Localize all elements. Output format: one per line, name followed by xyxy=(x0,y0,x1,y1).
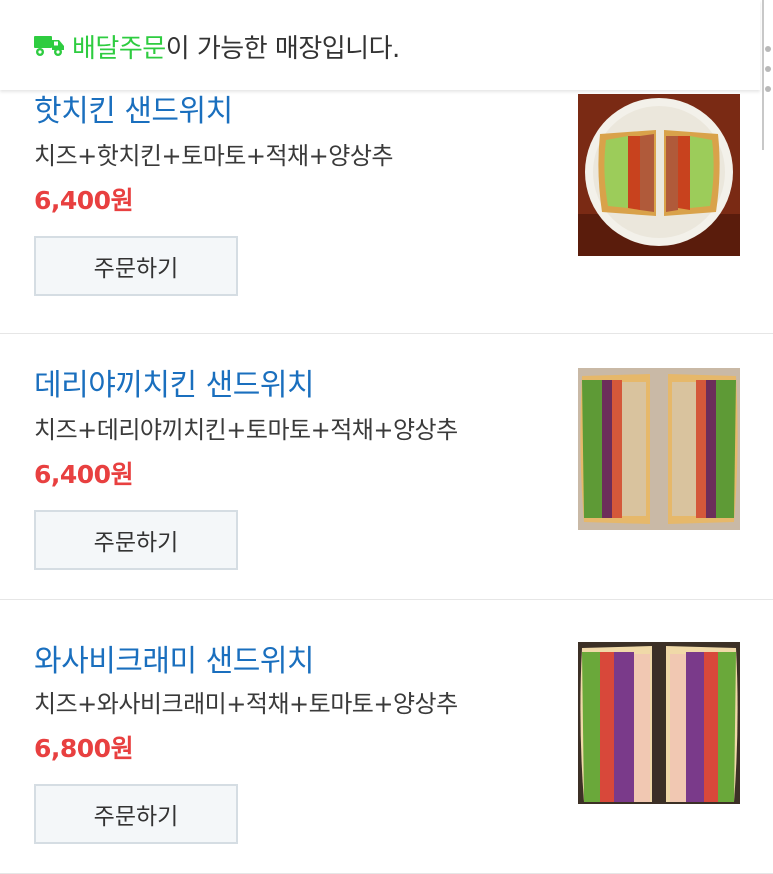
sandwich-image xyxy=(578,368,740,530)
item-description: 치즈+와사비크래미+적채+토마토+양상추 xyxy=(34,690,458,718)
delivery-banner: 배달주문이 가능한 매장입니다. xyxy=(0,0,760,90)
banner-text: 이 가능한 매장입니다. xyxy=(165,34,401,64)
delivery-truck-icon xyxy=(34,36,64,56)
menu-item[interactable]: 와사비크래미 샌드위치 치즈+와사비크래미+적채+토마토+양상추 6,800원 … xyxy=(0,608,773,874)
item-price: 6,400원 xyxy=(34,186,134,215)
menu-item[interactable]: 데리야끼치킨 샌드위치 치즈+데리야끼치킨+토마토+적채+양상추 6,400원 … xyxy=(0,334,773,600)
scrollbar[interactable] xyxy=(760,0,773,160)
order-button[interactable]: 주문하기 xyxy=(34,784,238,844)
item-price: 6,800원 xyxy=(34,734,134,763)
scroll-track xyxy=(762,0,764,150)
scroll-dot xyxy=(765,66,771,72)
item-name: 데리야끼치킨 샌드위치 xyxy=(34,368,315,403)
order-button[interactable]: 주문하기 xyxy=(34,510,238,570)
item-price: 6,400원 xyxy=(34,460,134,489)
sandwich-image xyxy=(578,642,740,804)
item-description: 치즈+핫치킨+토마토+적채+양상추 xyxy=(34,142,393,170)
scroll-dot xyxy=(765,46,771,52)
order-button[interactable]: 주문하기 xyxy=(34,236,238,296)
sandwich-image xyxy=(578,94,740,256)
banner-message: 배달주문이 가능한 매장입니다. xyxy=(72,28,400,65)
menu-item[interactable]: 핫치킨 샌드위치 치즈+핫치킨+토마토+적채+양상추 6,400원 주문하기 xyxy=(0,68,773,334)
scroll-dot xyxy=(765,86,771,92)
item-name: 핫치킨 샌드위치 xyxy=(34,94,233,129)
banner-highlight: 배달주문 xyxy=(72,34,166,64)
item-name: 와사비크래미 샌드위치 xyxy=(34,644,315,679)
item-description: 치즈+데리야끼치킨+토마토+적채+양상추 xyxy=(34,416,458,444)
